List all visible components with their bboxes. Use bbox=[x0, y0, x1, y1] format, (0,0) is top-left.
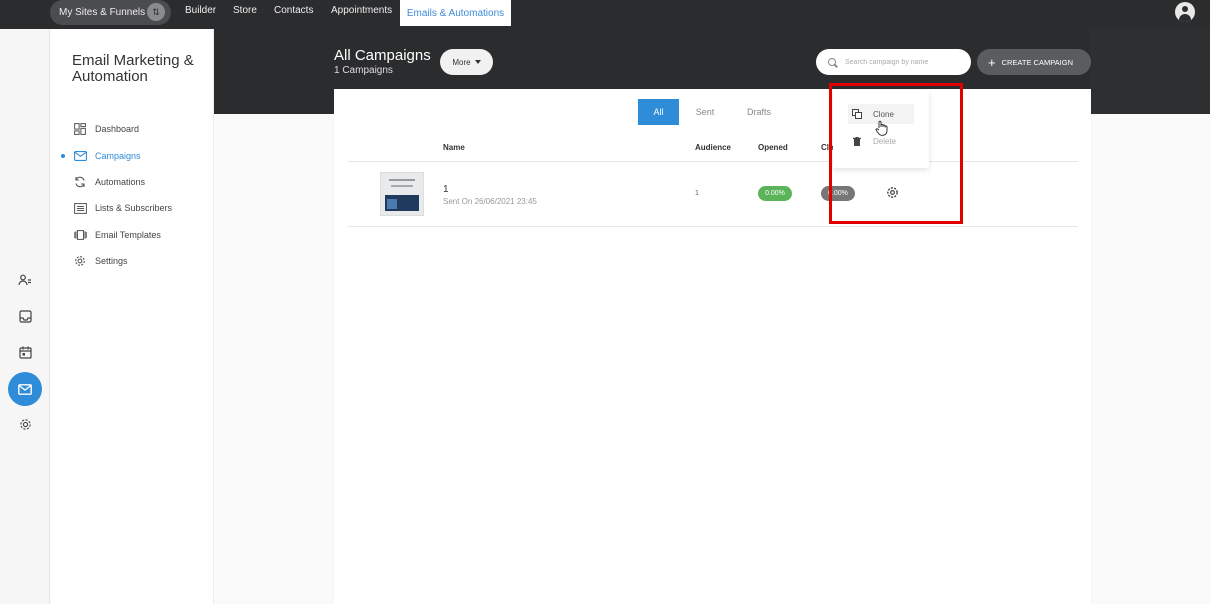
campaigns-card bbox=[334, 89, 1091, 604]
caret-down-icon bbox=[474, 60, 481, 64]
sidebar-item-label: Lists & Subscribers bbox=[95, 203, 173, 213]
delete-label: Delete bbox=[873, 136, 897, 146]
top-nav: My Sites & Funnels ⇅ Builder Store Conta… bbox=[0, 0, 1210, 29]
sidebar: Email Marketing & Automation Dashboard C… bbox=[51, 29, 214, 604]
left-rail bbox=[0, 29, 50, 604]
nav-builder[interactable]: Builder bbox=[185, 5, 216, 16]
tab-drafts[interactable]: Drafts bbox=[740, 99, 778, 125]
column-header-audience: Audience bbox=[695, 143, 732, 152]
campaign-settings-icon[interactable] bbox=[885, 186, 899, 200]
more-label: More bbox=[452, 57, 471, 67]
sidebar-item-label: Email Templates bbox=[95, 230, 161, 240]
sidebar-item-label: Automations bbox=[95, 177, 146, 187]
sidebar-item-label: Campaigns bbox=[95, 151, 141, 161]
my-sites-funnels-button[interactable]: My Sites & Funnels ⇅ bbox=[50, 0, 171, 25]
sidebar-item-settings[interactable]: Settings bbox=[73, 253, 128, 269]
row-divider bbox=[348, 226, 1078, 227]
column-header-opened: Opened bbox=[758, 143, 788, 152]
create-campaign-button[interactable]: + CREATE CAMPAIGN bbox=[977, 49, 1091, 75]
create-campaign-label: CREATE CAMPAIGN bbox=[1001, 57, 1073, 67]
search-icon bbox=[828, 58, 836, 66]
refresh-icon bbox=[73, 175, 87, 189]
tab-sent[interactable]: Sent bbox=[688, 99, 722, 125]
campaign-name[interactable]: 1 bbox=[443, 184, 449, 195]
nav-store[interactable]: Store bbox=[233, 5, 257, 16]
column-header-name: Name bbox=[443, 143, 465, 152]
sidebar-item-campaigns[interactable]: Campaigns bbox=[73, 148, 141, 164]
my-sites-label: My Sites & Funnels bbox=[59, 7, 146, 18]
nav-contacts[interactable]: Contacts bbox=[274, 5, 313, 16]
menu-item-delete[interactable]: Delete bbox=[851, 131, 896, 151]
campaign-count: 1 Campaigns bbox=[334, 65, 393, 76]
settings-rail-icon[interactable] bbox=[14, 413, 36, 435]
clicked-rate-badge: 0.00% bbox=[821, 186, 855, 201]
more-button[interactable]: More bbox=[440, 49, 493, 75]
sidebar-item-label: Settings bbox=[95, 256, 128, 266]
hand-cursor-icon bbox=[875, 120, 889, 136]
page-title: All Campaigns bbox=[334, 47, 431, 64]
sidebar-title: Email Marketing & Automation bbox=[72, 52, 194, 85]
active-indicator bbox=[61, 154, 65, 158]
sidebar-item-dashboard[interactable]: Dashboard bbox=[73, 121, 139, 137]
email-rail-icon[interactable] bbox=[8, 372, 42, 406]
campaign-audience: 1 bbox=[695, 190, 699, 197]
list-icon bbox=[73, 201, 87, 215]
account-icon[interactable] bbox=[1175, 2, 1195, 22]
campaign-thumbnail[interactable] bbox=[380, 172, 424, 216]
nav-appointments[interactable]: Appointments bbox=[331, 5, 392, 16]
contacts-icon[interactable] bbox=[14, 269, 36, 291]
header-divider bbox=[348, 161, 1078, 162]
calendar-icon[interactable] bbox=[14, 341, 36, 363]
search-box[interactable] bbox=[816, 49, 971, 75]
search-input[interactable] bbox=[845, 58, 965, 66]
inbox-icon[interactable] bbox=[14, 305, 36, 327]
template-icon bbox=[73, 228, 87, 242]
nav-emails-automations[interactable]: Emails & Automations bbox=[400, 0, 511, 26]
dashboard-icon bbox=[73, 122, 87, 136]
mail-icon bbox=[73, 149, 87, 163]
plus-icon: + bbox=[988, 54, 996, 70]
swap-icon: ⇅ bbox=[147, 3, 165, 21]
sidebar-item-lists-subscribers[interactable]: Lists & Subscribers bbox=[73, 200, 172, 216]
copy-icon bbox=[851, 109, 862, 120]
trash-icon bbox=[851, 136, 862, 147]
sidebar-item-label: Dashboard bbox=[95, 124, 140, 134]
campaign-sent-date: Sent On 26/06/2021 23:45 bbox=[443, 197, 537, 206]
opened-rate-badge: 0.00% bbox=[758, 186, 792, 201]
tab-all[interactable]: All bbox=[638, 99, 679, 125]
sidebar-item-automations[interactable]: Automations bbox=[73, 174, 145, 190]
clone-label: Clone bbox=[873, 109, 894, 119]
gear-icon bbox=[73, 254, 87, 268]
sidebar-item-email-templates[interactable]: Email Templates bbox=[73, 227, 161, 243]
header-band-edge bbox=[1090, 29, 1210, 114]
